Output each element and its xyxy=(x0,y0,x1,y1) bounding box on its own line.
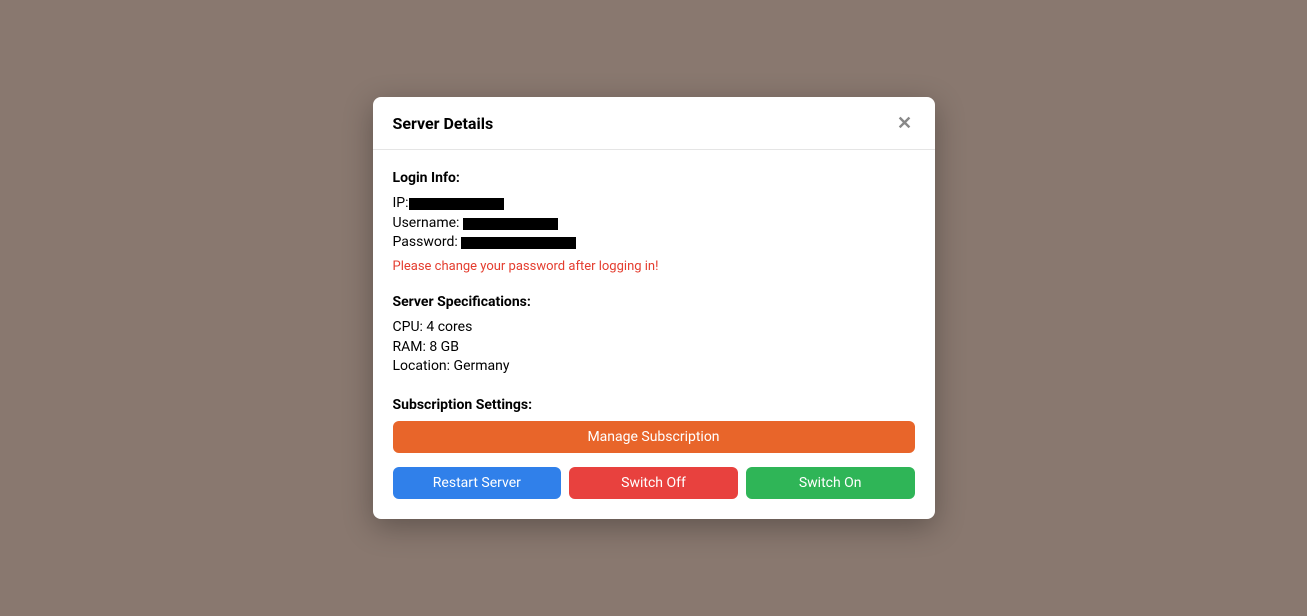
switch-on-button[interactable]: Switch On xyxy=(746,467,915,499)
username-row: Username: xyxy=(393,214,915,234)
modal-title: Server Details xyxy=(393,114,494,133)
password-value-redacted xyxy=(461,237,576,249)
login-info-heading: Login Info: xyxy=(393,170,915,186)
manage-subscription-button[interactable]: Manage Subscription xyxy=(393,421,915,453)
ip-label: IP: xyxy=(393,194,409,214)
ip-row: IP: xyxy=(393,194,915,214)
modal-header: Server Details ✕ xyxy=(373,97,935,150)
spec-location: Location: Germany xyxy=(393,357,915,377)
subscription-heading: Subscription Settings: xyxy=(393,397,915,413)
server-specs-heading: Server Specifications: xyxy=(393,294,915,310)
switch-off-button[interactable]: Switch Off xyxy=(569,467,738,499)
username-label: Username: xyxy=(393,214,460,234)
spec-cpu: CPU: 4 cores xyxy=(393,318,915,338)
password-row: Password: xyxy=(393,233,915,253)
username-value-redacted xyxy=(463,218,558,230)
modal-body: Login Info: IP: Username: Password: Plea… xyxy=(373,150,935,519)
action-button-row: Restart Server Switch Off Switch On xyxy=(393,467,915,499)
spec-block: CPU: 4 cores RAM: 8 GB Location: Germany xyxy=(393,318,915,377)
ip-value-redacted xyxy=(409,198,504,210)
password-label: Password: xyxy=(393,233,458,253)
close-icon: ✕ xyxy=(897,114,912,132)
spec-ram: RAM: 8 GB xyxy=(393,338,915,358)
server-details-modal: Server Details ✕ Login Info: IP: Usernam… xyxy=(373,97,935,519)
restart-server-button[interactable]: Restart Server xyxy=(393,467,562,499)
password-warning: Please change your password after loggin… xyxy=(393,259,915,274)
close-button[interactable]: ✕ xyxy=(895,113,915,133)
